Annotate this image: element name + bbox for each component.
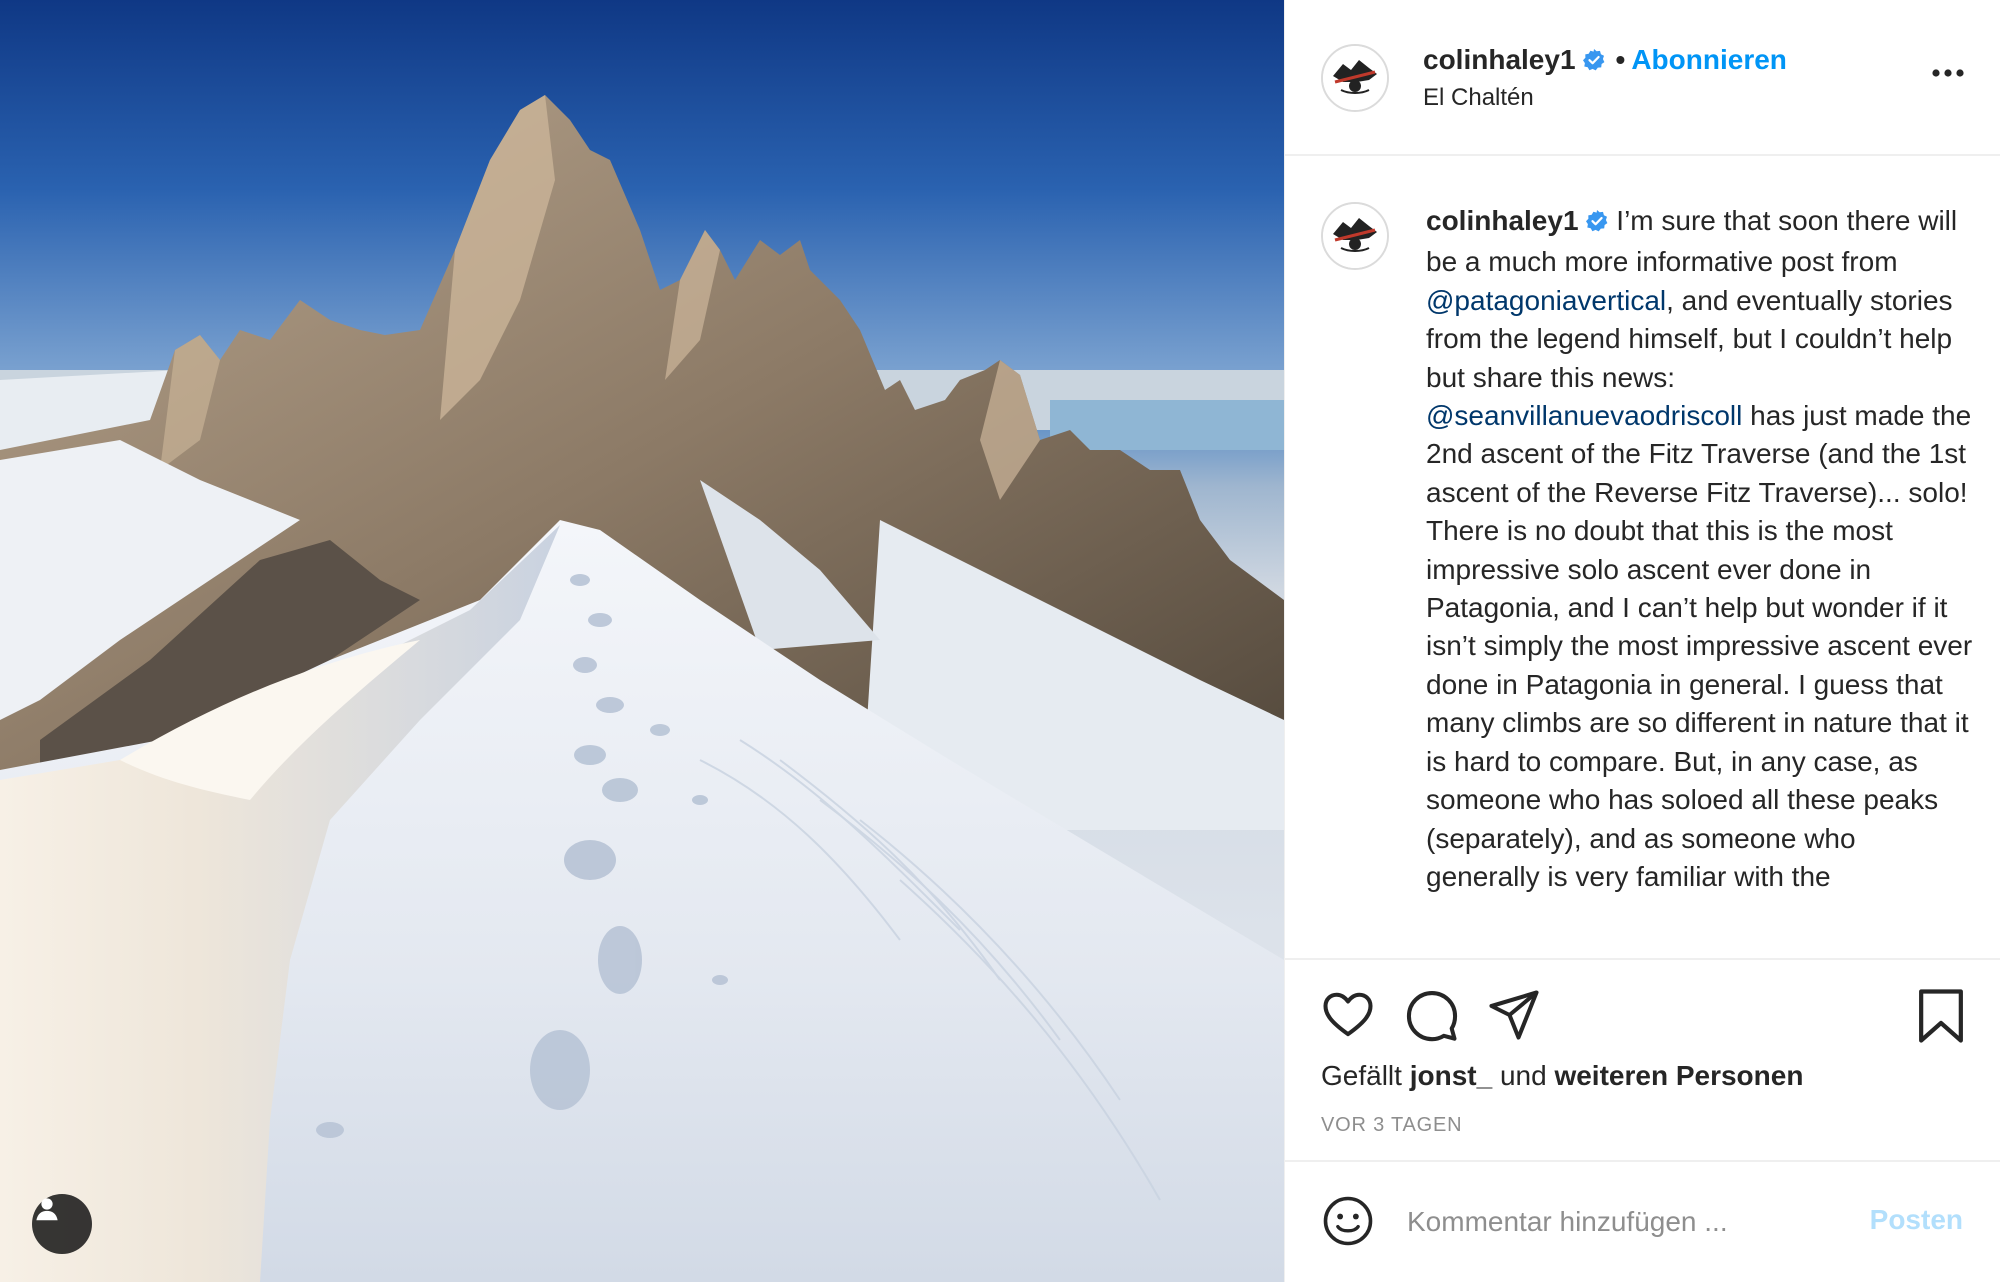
mountain-landscape-image xyxy=(0,0,1284,1282)
mention-link[interactable]: @seanvillanuevaodriscoll xyxy=(1426,400,1742,431)
post-timestamp[interactable]: VOR 3 TAGEN xyxy=(1321,1114,1462,1137)
emoji-icon xyxy=(1323,1196,1373,1246)
verified-badge-icon xyxy=(1582,47,1606,79)
bookmark-icon xyxy=(1919,989,1963,1043)
post-header: colinhaley1 • Abonnieren El Chaltén xyxy=(1285,0,2000,156)
post-sidebar: colinhaley1 • Abonnieren El Chaltén colinh… xyxy=(1284,0,2000,1282)
caption-avatar[interactable] xyxy=(1321,202,1389,270)
comments-area[interactable]: colinhaley1 I’m sure that soon there wil… xyxy=(1285,156,2000,958)
profile-picture xyxy=(1323,204,1387,268)
likes-mid: und xyxy=(1492,1060,1555,1091)
more-options-button[interactable] xyxy=(1931,66,1965,84)
likes-summary[interactable]: Gefällt jonst_ und weiteren Personen xyxy=(1321,1060,1803,1092)
likes-user-link[interactable]: jonst_ xyxy=(1410,1060,1492,1091)
heart-icon xyxy=(1323,992,1373,1037)
user-tag-icon xyxy=(36,1198,58,1221)
header-username[interactable]: colinhaley1 xyxy=(1423,44,1576,75)
header-separator: • xyxy=(1615,44,1626,75)
likes-prefix: Gefällt xyxy=(1321,1060,1410,1091)
avatar[interactable] xyxy=(1321,44,1389,112)
mention-link[interactable]: @patagoniavertical xyxy=(1426,285,1666,316)
user-tag-button[interactable] xyxy=(32,1194,92,1254)
share-button[interactable] xyxy=(1487,988,1541,1047)
add-comment-bar: Posten xyxy=(1285,1160,2000,1284)
caption-text: has just made the 2nd ascent of the Fitz… xyxy=(1426,400,1973,892)
post-photo[interactable] xyxy=(0,0,1284,1282)
comment-input[interactable] xyxy=(1405,1196,1829,1248)
post-caption: colinhaley1 I’m sure that soon there wil… xyxy=(1426,202,1974,896)
share-icon xyxy=(1489,990,1539,1040)
follow-button[interactable]: Abonnieren xyxy=(1631,44,1787,75)
comment-button[interactable] xyxy=(1405,988,1459,1047)
caption-username[interactable]: colinhaley1 xyxy=(1426,205,1579,236)
profile-picture xyxy=(1323,46,1387,110)
likes-others-link[interactable]: weiteren Personen xyxy=(1554,1060,1803,1091)
like-button[interactable] xyxy=(1321,988,1375,1047)
location-link[interactable]: El Chaltén xyxy=(1423,84,1534,112)
emoji-button[interactable] xyxy=(1321,1194,1375,1253)
header-name-row: colinhaley1 • Abonnieren xyxy=(1423,44,1787,79)
action-bar: Gefällt jonst_ und weiteren Personen VOR… xyxy=(1285,958,2000,1160)
save-button[interactable] xyxy=(1915,988,1967,1049)
post-comment-button[interactable]: Posten xyxy=(1870,1204,1963,1236)
more-options-icon xyxy=(1932,69,1964,77)
verified-badge-icon xyxy=(1585,205,1609,243)
comment-icon xyxy=(1406,991,1458,1042)
